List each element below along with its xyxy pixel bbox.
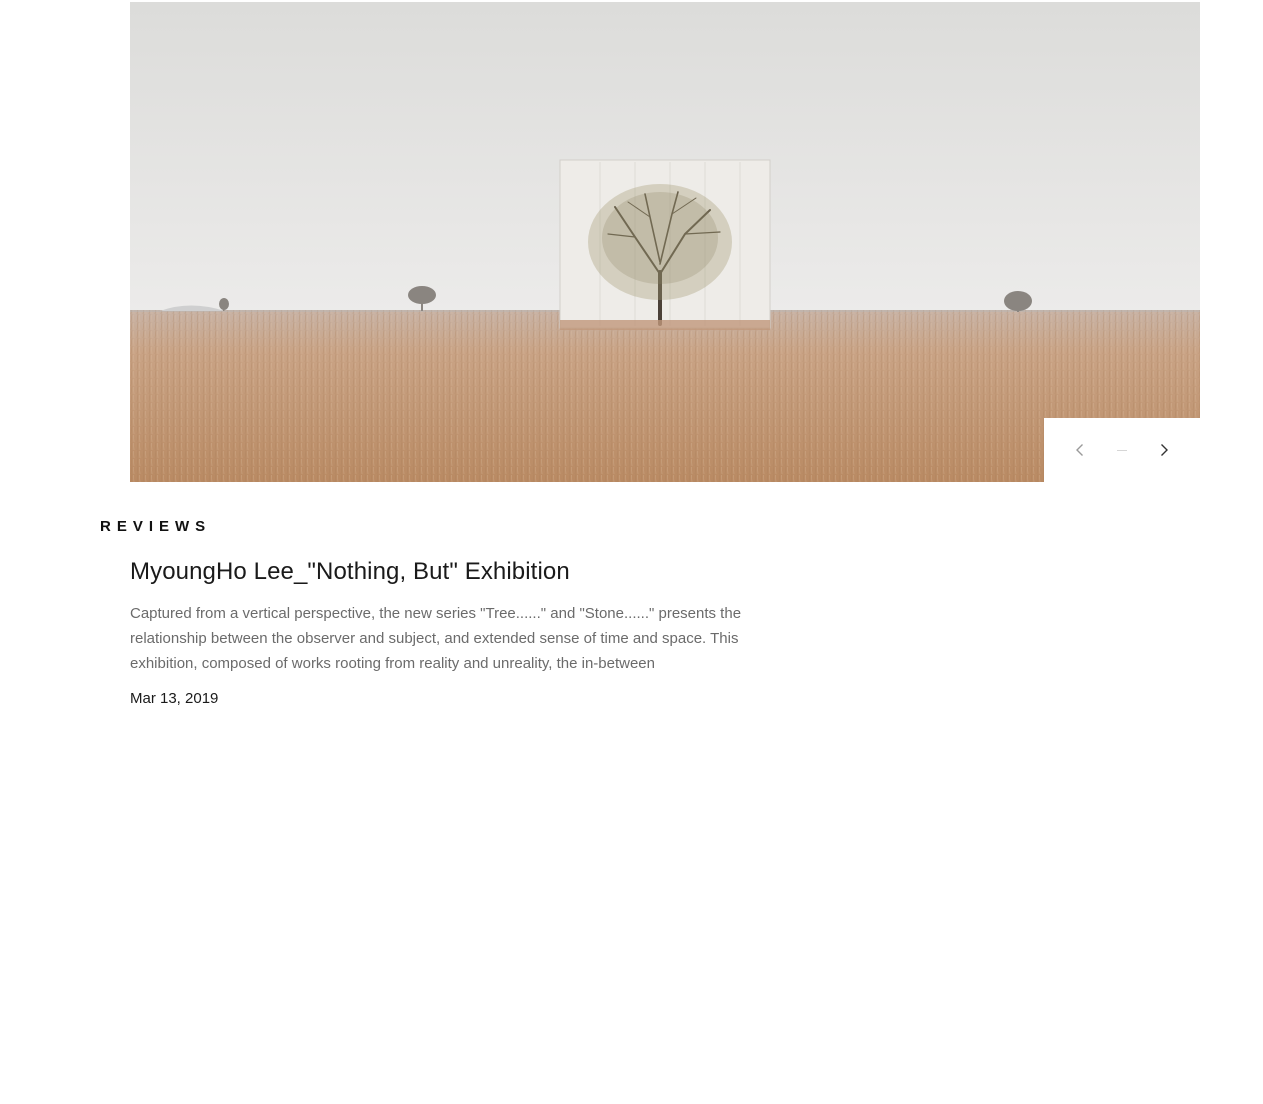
page: REVIEWS MyoungHo Lee_"Nothing, But" Exhi…	[0, 0, 1263, 1104]
slider-separator	[1117, 449, 1127, 451]
hero-image[interactable]	[130, 2, 1200, 482]
section-label: REVIEWS	[100, 518, 212, 535]
hero-photo	[130, 2, 1200, 482]
article-date: Mar 13, 2019	[130, 690, 219, 707]
article-title[interactable]: MyoungHo Lee_"Nothing, But" Exhibition	[130, 556, 830, 588]
chevron-right-icon[interactable]	[1156, 442, 1172, 458]
slider-controls	[1044, 418, 1200, 482]
article-excerpt: Captured from a vertical perspective, th…	[130, 605, 742, 672]
chevron-left-icon[interactable]	[1072, 442, 1088, 458]
article-card: MyoungHo Lee_"Nothing, But" Exhibition C…	[130, 556, 830, 707]
